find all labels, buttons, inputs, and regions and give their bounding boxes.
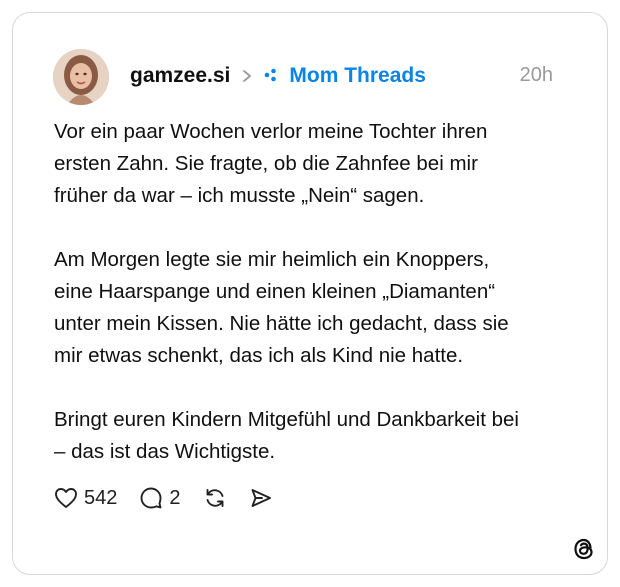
post-header: gamzee.si Mom Threads bbox=[130, 61, 426, 91]
repost-icon bbox=[203, 486, 227, 510]
comment-icon bbox=[139, 486, 163, 510]
threads-logo-icon bbox=[570, 535, 598, 563]
community-name: Mom Threads bbox=[289, 64, 426, 87]
post-paragraph: Am Morgen legte sie mir heimlich ein Kno… bbox=[54, 248, 509, 367]
like-count: 542 bbox=[84, 486, 118, 509]
community-icon bbox=[264, 64, 282, 88]
repost-button[interactable] bbox=[203, 486, 227, 510]
share-button[interactable] bbox=[249, 486, 273, 510]
community-link[interactable]: Mom Threads bbox=[264, 64, 426, 88]
avatar[interactable] bbox=[53, 49, 109, 105]
post-time: 20h bbox=[519, 64, 553, 86]
share-icon bbox=[249, 486, 273, 510]
post-body: Vor ein paar Wochen verlor meine Tochter… bbox=[54, 116, 594, 500]
username-link[interactable]: gamzee.si bbox=[130, 64, 230, 88]
post-paragraph: Vor ein paar Wochen verlor meine Tochter… bbox=[54, 120, 488, 207]
like-button[interactable]: 542 bbox=[54, 487, 117, 510]
action-bar: 542 2 bbox=[54, 483, 295, 513]
chevron-right-icon bbox=[240, 69, 254, 83]
post-paragraph: Bringt euren Kindern Mitgefühl und Dankb… bbox=[54, 408, 519, 463]
comment-button[interactable]: 2 bbox=[139, 486, 181, 510]
post-card: gamzee.si Mom Threads 20h Vor ein paar W… bbox=[12, 12, 608, 575]
comment-count: 2 bbox=[169, 486, 181, 509]
heart-icon bbox=[54, 487, 78, 509]
